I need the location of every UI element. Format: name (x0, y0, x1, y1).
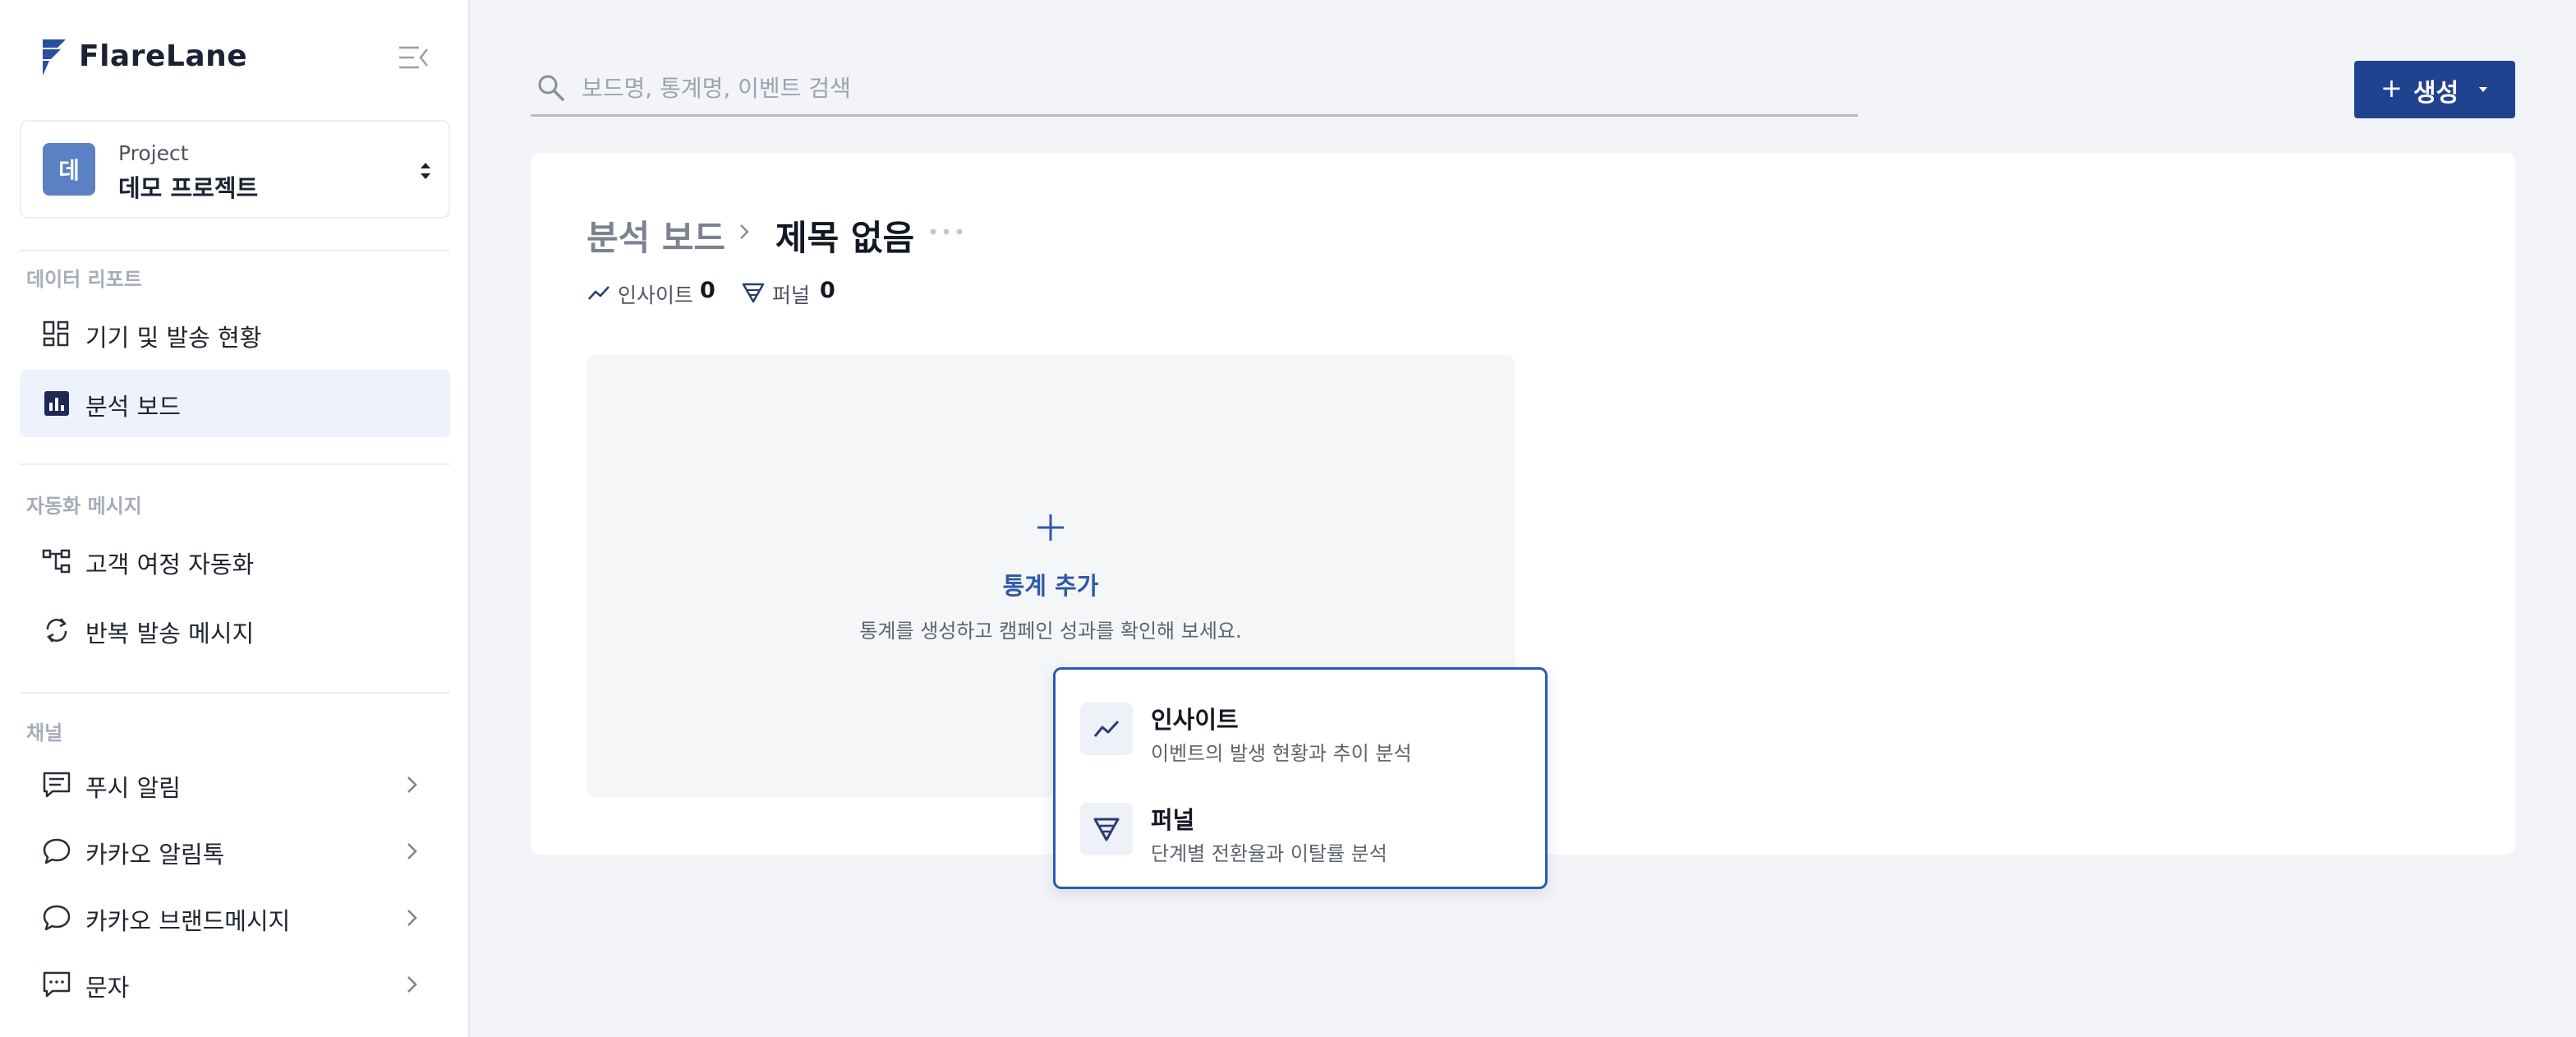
insight-label: 인사이트 (618, 283, 694, 307)
menu-item-description: 이벤트의 발생 현황과 추이 분석 (1151, 742, 1412, 765)
project-name: 데모 프로젝트 (118, 174, 259, 202)
project-avatar: 데 (43, 143, 95, 196)
search-bar (531, 66, 1858, 117)
brand-name: FlareLane (79, 39, 248, 73)
add-stat-description: 통계를 생성하고 캠페인 성과를 확인해 보세요. (859, 620, 1242, 643)
funnel-label: 퍼널 (772, 283, 811, 307)
insight-icon-box (1080, 703, 1133, 755)
sidebar-item-label: 문자 (85, 974, 130, 1002)
plus-icon: + (2380, 72, 2403, 104)
caret-down-icon (2479, 87, 2487, 92)
funnel-icon (1093, 818, 1120, 841)
project-label: Project (118, 141, 189, 165)
menu-item-title: 인사이트 (1151, 706, 1239, 734)
dashboard-grid-icon (43, 320, 69, 347)
project-selector[interactable]: 데 Project 데모 프로젝트 (20, 120, 450, 219)
sms-icon (43, 971, 71, 998)
create-button[interactable]: + 생성 (2354, 61, 2515, 118)
sidebar-divider (20, 692, 450, 694)
chevron-right-icon (407, 910, 417, 926)
funnel-icon (742, 283, 765, 303)
sidebar: FlareLane 데 Project 데모 프로젝트 데이터 리포트 기기 및… (0, 0, 470, 1037)
brand-logo: FlareLane (41, 38, 435, 77)
more-options-icon[interactable] (927, 225, 966, 238)
create-button-label: 생성 (2413, 79, 2459, 108)
bar-chart-icon (44, 391, 69, 416)
add-stat-title[interactable]: 통계 추가 (586, 567, 1515, 601)
sidebar-item-label: 카카오 알림톡 (85, 841, 225, 869)
sidebar-item-push[interactable]: 푸시 알림 (20, 751, 450, 818)
chat-bubble-icon (43, 838, 71, 864)
sort-arrows-icon (421, 163, 430, 179)
add-stat-menu: 인사이트 이벤트의 발생 현황과 추이 분석 퍼널 단계별 전환율과 이탈률 분… (1053, 667, 1548, 889)
chat-bubble-icon (43, 905, 71, 931)
sidebar-item-sms[interactable]: 문자 (20, 951, 450, 1018)
menu-item-title: 퍼널 (1151, 806, 1195, 834)
trend-line-icon (1093, 720, 1120, 737)
chevron-right-icon (407, 976, 417, 993)
sidebar-item-label: 분석 보드 (85, 393, 181, 421)
search-icon (538, 75, 564, 101)
sidebar-item-kakao-alimtalk[interactable]: 카카오 알림톡 (20, 818, 450, 885)
breadcrumb-parent-link[interactable]: 분석 보드 (586, 210, 725, 260)
sidebar-item-label: 고객 여정 자동화 (85, 551, 255, 578)
board-title[interactable]: 제목 없음 (775, 210, 914, 260)
funnel-icon-box (1080, 803, 1133, 855)
search-input[interactable] (582, 69, 1847, 107)
sidebar-item-label: 반복 발송 메시지 (85, 620, 255, 648)
insight-count: 인사이트 0 (586, 278, 718, 307)
repeat-icon (46, 618, 67, 643)
chevron-right-icon (740, 224, 749, 239)
journey-flow-icon (42, 549, 71, 574)
menu-item-insight[interactable]: 인사이트 이벤트의 발생 현황과 추이 분석 (1077, 683, 1529, 765)
plus-icon[interactable] (1034, 511, 1067, 544)
funnel-count: 퍼널 0 (741, 278, 840, 307)
menu-item-funnel[interactable]: 퍼널 단계별 전환율과 이탈률 분석 (1077, 783, 1529, 865)
section-label-data-report: 데이터 리포트 (26, 268, 142, 291)
sidebar-item-label: 기기 및 발송 현황 (85, 324, 262, 352)
sidebar-item-analysis-board[interactable]: 분석 보드 (20, 370, 450, 437)
trend-line-icon (588, 286, 610, 300)
chevron-right-icon (407, 843, 417, 860)
sidebar-divider (20, 250, 450, 251)
funnel-count-value: 0 (820, 278, 835, 303)
sidebar-collapse-icon[interactable] (398, 43, 430, 72)
sidebar-item-repeat-message[interactable]: 반복 발송 메시지 (20, 597, 450, 664)
sidebar-item-label: 카카오 브랜드메시지 (85, 907, 291, 935)
flarelane-logo-icon (43, 39, 66, 76)
insight-count-value: 0 (700, 278, 715, 303)
section-label-channel: 채널 (26, 721, 63, 744)
menu-item-description: 단계별 전환율과 이탈률 분석 (1151, 842, 1387, 865)
section-label-automation: 자동화 메시지 (26, 495, 142, 518)
sidebar-item-device-report[interactable]: 기기 및 발송 현황 (20, 301, 450, 368)
push-message-icon (43, 772, 71, 798)
sidebar-item-label: 푸시 알림 (85, 774, 181, 802)
sidebar-item-journey-automation[interactable]: 고객 여정 자동화 (20, 528, 450, 595)
sidebar-item-kakao-brand-message[interactable]: 카카오 브랜드메시지 (20, 884, 450, 952)
sidebar-divider (20, 463, 450, 465)
chevron-right-icon (407, 777, 417, 793)
